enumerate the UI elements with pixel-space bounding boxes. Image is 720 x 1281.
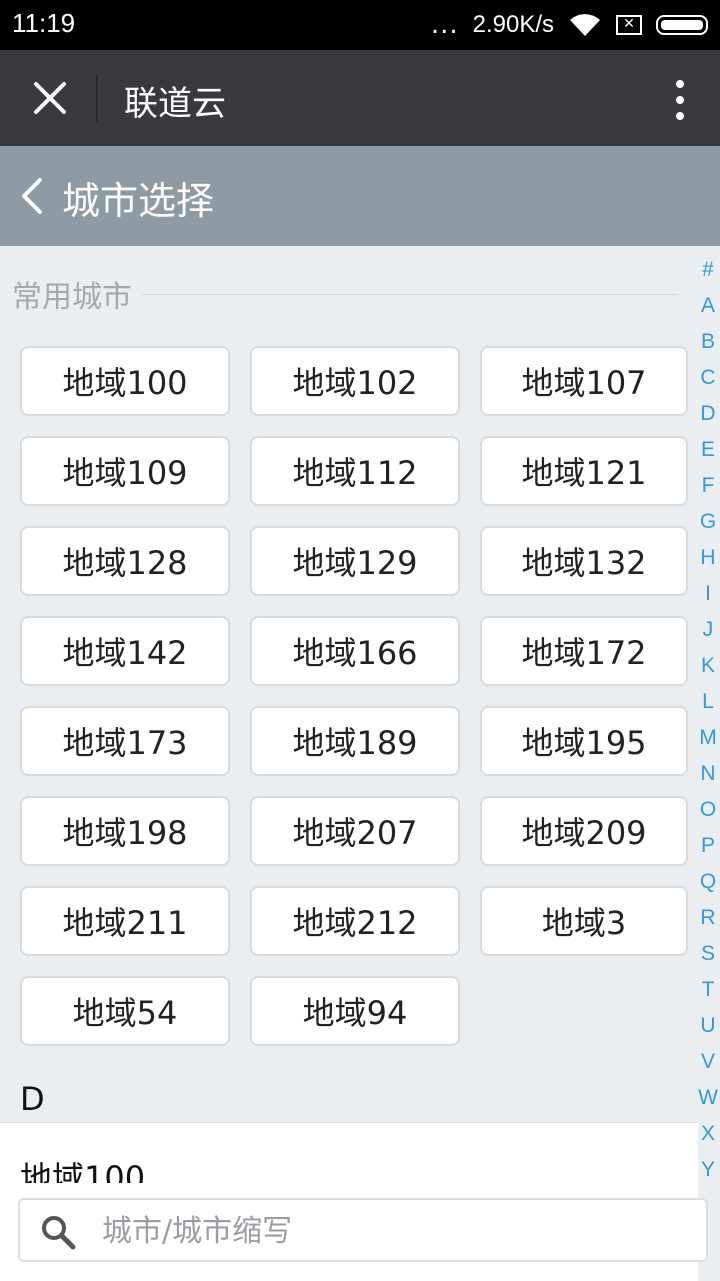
city-button[interactable]: 地域132 bbox=[480, 526, 688, 596]
city-button[interactable]: 地域100 bbox=[20, 346, 230, 416]
close-icon[interactable] bbox=[26, 74, 74, 122]
status-dots: ... bbox=[430, 10, 459, 40]
city-button[interactable]: 地域129 bbox=[250, 526, 460, 596]
index-letter[interactable]: G bbox=[696, 504, 720, 540]
index-letter[interactable]: E bbox=[696, 432, 720, 468]
search-icon bbox=[42, 1216, 76, 1250]
index-letter[interactable]: A bbox=[696, 288, 720, 324]
index-letter[interactable]: J bbox=[696, 612, 720, 648]
city-button[interactable]: 地域207 bbox=[250, 796, 460, 866]
city-button[interactable]: 地域128 bbox=[20, 526, 230, 596]
city-button[interactable]: 地域209 bbox=[480, 796, 688, 866]
city-button[interactable]: 地域212 bbox=[250, 886, 460, 956]
back-icon[interactable] bbox=[18, 174, 48, 218]
index-letter[interactable]: T bbox=[696, 972, 720, 1008]
index-letter[interactable]: K bbox=[696, 648, 720, 684]
city-button[interactable]: 地域102 bbox=[250, 346, 460, 416]
city-button[interactable]: 地域94 bbox=[250, 976, 460, 1046]
status-time: 11:19 bbox=[12, 8, 76, 38]
page-header: 城市选择 bbox=[0, 146, 720, 246]
city-button[interactable]: 地域166 bbox=[250, 616, 460, 686]
index-letter[interactable]: W bbox=[696, 1080, 720, 1116]
city-button[interactable]: 地域173 bbox=[20, 706, 230, 776]
index-letter[interactable]: X bbox=[696, 1116, 720, 1152]
status-bar: 11:19 ... 2.90K/s ✕ bbox=[0, 0, 720, 50]
index-letter[interactable]: # bbox=[696, 252, 720, 288]
city-button[interactable]: 地域195 bbox=[480, 706, 688, 776]
index-letter[interactable]: U bbox=[696, 1008, 720, 1044]
city-button[interactable]: 地域142 bbox=[20, 616, 230, 686]
index-letter[interactable]: C bbox=[696, 360, 720, 396]
index-letter[interactable]: H bbox=[696, 540, 720, 576]
index-letter[interactable]: L bbox=[696, 684, 720, 720]
alphabet-index[interactable]: # A B C D E F G H I J K L M N O P Q R S T U V W X Y bbox=[696, 252, 720, 1188]
index-letter[interactable]: M bbox=[696, 720, 720, 756]
common-cities-label: 常用城市 bbox=[12, 280, 132, 315]
index-letter[interactable]: S bbox=[696, 936, 720, 972]
index-letter[interactable]: R bbox=[696, 900, 720, 936]
index-letter[interactable]: Q bbox=[696, 864, 720, 900]
page-title: 城市选择 bbox=[62, 179, 215, 223]
index-letter[interactable]: I bbox=[696, 576, 720, 612]
city-button[interactable]: 地域198 bbox=[20, 796, 230, 866]
index-letter[interactable]: P bbox=[696, 828, 720, 864]
battery-icon bbox=[656, 15, 708, 35]
index-letter[interactable]: O bbox=[696, 792, 720, 828]
city-button[interactable]: 地域121 bbox=[480, 436, 688, 506]
index-letter[interactable]: N bbox=[696, 756, 720, 792]
city-button[interactable]: 地域211 bbox=[20, 886, 230, 956]
app-titlebar: 联道云 bbox=[0, 50, 720, 146]
city-button[interactable]: 地域3 bbox=[480, 886, 688, 956]
index-letter[interactable]: D bbox=[696, 396, 720, 432]
city-button[interactable]: 地域109 bbox=[20, 436, 230, 506]
index-letter[interactable]: V bbox=[696, 1044, 720, 1080]
index-letter[interactable]: Y bbox=[696, 1152, 720, 1188]
network-speed: 2.90K/s bbox=[472, 11, 554, 38]
city-button[interactable]: 地域172 bbox=[480, 616, 688, 686]
status-icons: ... 2.90K/s ✕ bbox=[431, 8, 708, 42]
city-button[interactable]: 地域107 bbox=[480, 346, 688, 416]
more-icon[interactable] bbox=[672, 78, 688, 122]
list-item[interactable]: 地域100 bbox=[20, 1153, 145, 1183]
index-letter[interactable]: F bbox=[696, 468, 720, 504]
index-letter[interactable]: B bbox=[696, 324, 720, 360]
search-input[interactable] bbox=[100, 1210, 684, 1252]
no-sim-icon: ✕ bbox=[616, 15, 642, 35]
section-letter: D bbox=[20, 1080, 45, 1118]
titlebar-divider bbox=[96, 74, 98, 122]
common-cities-grid: 地域100 地域102 地域107 地域109 地域112 地域121 地域128 地域129… bbox=[20, 346, 690, 1046]
app-title: 联道云 bbox=[124, 84, 226, 124]
common-cities-header: 常用城市 bbox=[12, 274, 678, 315]
search-bar bbox=[18, 1198, 708, 1262]
section-divider bbox=[142, 293, 678, 295]
city-button[interactable]: 地域54 bbox=[20, 976, 230, 1046]
wifi-icon bbox=[570, 14, 600, 36]
city-button[interactable]: 地域189 bbox=[250, 706, 460, 776]
city-button[interactable]: 地域112 bbox=[250, 436, 460, 506]
